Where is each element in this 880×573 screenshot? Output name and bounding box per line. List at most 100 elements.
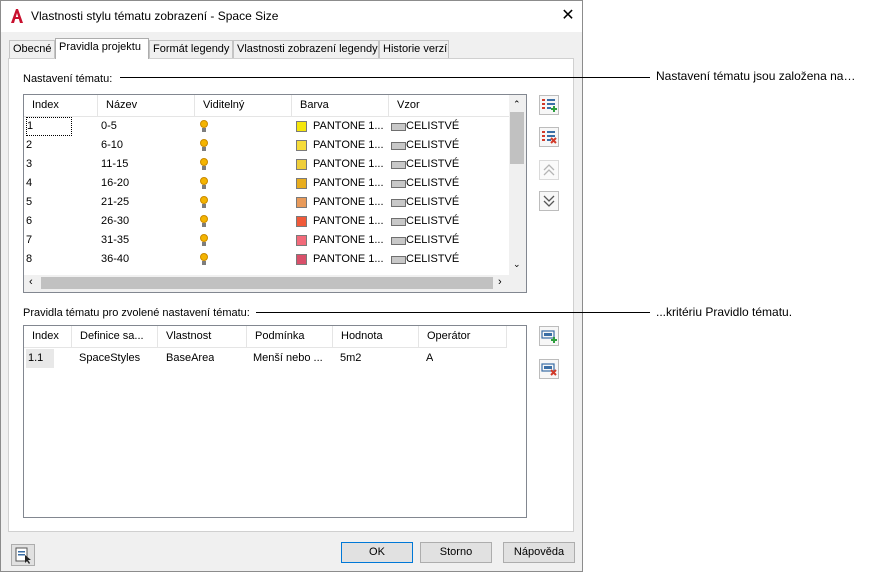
- row-color-label[interactable]: PANTONE 1...: [313, 155, 384, 174]
- row-pattern[interactable]: CELISTVÉ: [406, 193, 459, 212]
- visible-bulb-icon[interactable]: [200, 196, 208, 204]
- row-pattern[interactable]: CELISTVÉ: [406, 155, 459, 174]
- details-toggle-button[interactable]: [11, 544, 35, 566]
- row-pattern[interactable]: CELISTVÉ: [406, 250, 459, 269]
- table-row[interactable]: 4 16-20 PANTONE 1... CELISTVÉ: [24, 174, 511, 193]
- visible-bulb-icon[interactable]: [200, 234, 208, 242]
- add-rule-button[interactable]: [539, 326, 559, 346]
- settings-callout-text: Nastavení tématu jsou založena na…: [656, 69, 856, 83]
- table-row[interactable]: 2 6-10 PANTONE 1... CELISTVÉ: [24, 136, 511, 155]
- tab-general[interactable]: Obecné: [9, 40, 55, 58]
- rule-property[interactable]: BaseArea: [166, 349, 214, 368]
- tab-legend-display-properties[interactable]: Vlastnosti zobrazení legendy: [233, 40, 379, 58]
- rule-col-header-condition[interactable]: Podmínka: [247, 326, 333, 347]
- theme-rules-header: Index Definice sa... Vlastnost Podmínka …: [24, 326, 507, 348]
- scroll-right-icon[interactable]: ›: [498, 276, 502, 288]
- delete-theme-setting-button[interactable]: [539, 127, 559, 147]
- table-row[interactable]: 1.1 SpaceStyles BaseArea Menší nebo ... 5m2 A: [24, 349, 507, 368]
- row-color-label[interactable]: PANTONE 1...: [313, 212, 384, 231]
- row-name[interactable]: 21-25: [101, 193, 129, 212]
- theme-settings-grid[interactable]: Index Název Viditelný Barva Vzor 1 0-5 PAN…: [23, 94, 527, 293]
- row-color-label[interactable]: PANTONE 1...: [313, 193, 384, 212]
- rule-col-header-index[interactable]: Index: [24, 326, 72, 347]
- col-header-visible[interactable]: Viditelný: [195, 95, 292, 116]
- cancel-button[interactable]: Storno: [420, 542, 492, 563]
- table-row[interactable]: 6 26-30 PANTONE 1... CELISTVÉ: [24, 212, 511, 231]
- row-index: 7: [26, 234, 33, 246]
- tab-project-rules[interactable]: Pravidla projektu: [55, 38, 149, 59]
- rule-condition[interactable]: Menší nebo ...: [253, 349, 323, 368]
- rule-col-header-operator[interactable]: Operátor: [419, 326, 507, 347]
- row-pattern[interactable]: CELISTVÉ: [406, 212, 459, 231]
- color-swatch[interactable]: [296, 140, 307, 151]
- color-swatch[interactable]: [296, 254, 307, 265]
- settings-callout-line: [120, 77, 650, 78]
- table-row[interactable]: 7 31-35 PANTONE 1... CELISTVÉ: [24, 231, 511, 250]
- row-color-label[interactable]: PANTONE 1...: [313, 174, 384, 193]
- color-swatch[interactable]: [296, 235, 307, 246]
- color-swatch[interactable]: [296, 216, 307, 227]
- color-swatch[interactable]: [296, 121, 307, 132]
- pattern-swatch: [391, 180, 406, 188]
- rule-col-header-value[interactable]: Hodnota: [333, 326, 419, 347]
- table-row[interactable]: 3 11-15 PANTONE 1... CELISTVÉ: [24, 155, 511, 174]
- rule-operator[interactable]: A: [426, 349, 433, 368]
- row-pattern[interactable]: CELISTVÉ: [406, 231, 459, 250]
- row-color-label[interactable]: PANTONE 1...: [313, 136, 384, 155]
- row-color-label[interactable]: PANTONE 1...: [313, 231, 384, 250]
- rule-col-header-property[interactable]: Vlastnost: [158, 326, 247, 347]
- hscroll-thumb[interactable]: [41, 277, 493, 289]
- col-header-color[interactable]: Barva: [292, 95, 389, 116]
- close-button[interactable]: ✕: [556, 5, 580, 27]
- visible-bulb-icon[interactable]: [200, 253, 208, 261]
- row-name[interactable]: 11-15: [101, 155, 128, 174]
- table-row[interactable]: 5 21-25 PANTONE 1... CELISTVÉ: [24, 193, 511, 212]
- pattern-swatch: [391, 199, 406, 207]
- visible-bulb-icon[interactable]: [200, 120, 208, 128]
- scroll-left-icon[interactable]: ‹: [29, 276, 33, 288]
- rule-index[interactable]: 1.1: [26, 349, 54, 368]
- col-header-pattern[interactable]: Vzor: [389, 95, 511, 116]
- theme-settings-vscrollbar[interactable]: ⌃ ⌄: [509, 95, 526, 275]
- tab-legend-format[interactable]: Formát legendy: [149, 40, 233, 58]
- row-pattern[interactable]: CELISTVÉ: [406, 136, 459, 155]
- ok-button[interactable]: OK: [341, 542, 413, 563]
- color-swatch[interactable]: [296, 159, 307, 170]
- add-theme-setting-button[interactable]: [539, 95, 559, 115]
- bulb-base: [202, 128, 206, 132]
- row-pattern[interactable]: CELISTVÉ: [406, 117, 459, 136]
- move-down-button[interactable]: [539, 191, 559, 211]
- theme-settings-hscrollbar[interactable]: ‹ ›: [24, 275, 511, 292]
- move-up-button[interactable]: [539, 160, 559, 180]
- row-color-label[interactable]: PANTONE 1...: [313, 117, 384, 136]
- scroll-up-icon[interactable]: ⌃: [513, 99, 521, 110]
- visible-bulb-icon[interactable]: [200, 177, 208, 185]
- row-pattern[interactable]: CELISTVÉ: [406, 174, 459, 193]
- rule-definition[interactable]: SpaceStyles: [79, 349, 140, 368]
- color-swatch[interactable]: [296, 178, 307, 189]
- col-header-name[interactable]: Název: [98, 95, 195, 116]
- visible-bulb-icon[interactable]: [200, 158, 208, 166]
- row-name[interactable]: 31-35: [101, 231, 129, 250]
- visible-bulb-icon[interactable]: [200, 215, 208, 223]
- rule-value[interactable]: 5m2: [340, 349, 361, 368]
- tab-version-history[interactable]: Historie verzí: [379, 40, 449, 58]
- row-name[interactable]: 26-30: [101, 212, 129, 231]
- help-button[interactable]: Nápověda: [503, 542, 575, 563]
- color-swatch[interactable]: [296, 197, 307, 208]
- row-color-label[interactable]: PANTONE 1...: [313, 250, 384, 269]
- table-row[interactable]: 8 36-40 PANTONE 1... CELISTVÉ: [24, 250, 511, 269]
- row-name[interactable]: 0-5: [101, 117, 117, 136]
- rule-col-header-definition[interactable]: Definice sa...: [72, 326, 158, 347]
- theme-rules-grid[interactable]: Index Definice sa... Vlastnost Podmínka …: [23, 325, 527, 518]
- row-name[interactable]: 16-20: [101, 174, 129, 193]
- row-name[interactable]: 6-10: [101, 136, 123, 155]
- theme-settings-header: Index Název Viditelný Barva Vzor: [24, 95, 511, 117]
- visible-bulb-icon[interactable]: [200, 139, 208, 147]
- delete-rule-button[interactable]: [539, 359, 559, 379]
- col-header-index[interactable]: Index: [24, 95, 98, 116]
- table-row[interactable]: 1 0-5 PANTONE 1... CELISTVÉ: [24, 117, 511, 136]
- row-name[interactable]: 36-40: [101, 250, 129, 269]
- vscroll-thumb[interactable]: [510, 112, 524, 164]
- scroll-down-icon[interactable]: ⌄: [513, 259, 521, 270]
